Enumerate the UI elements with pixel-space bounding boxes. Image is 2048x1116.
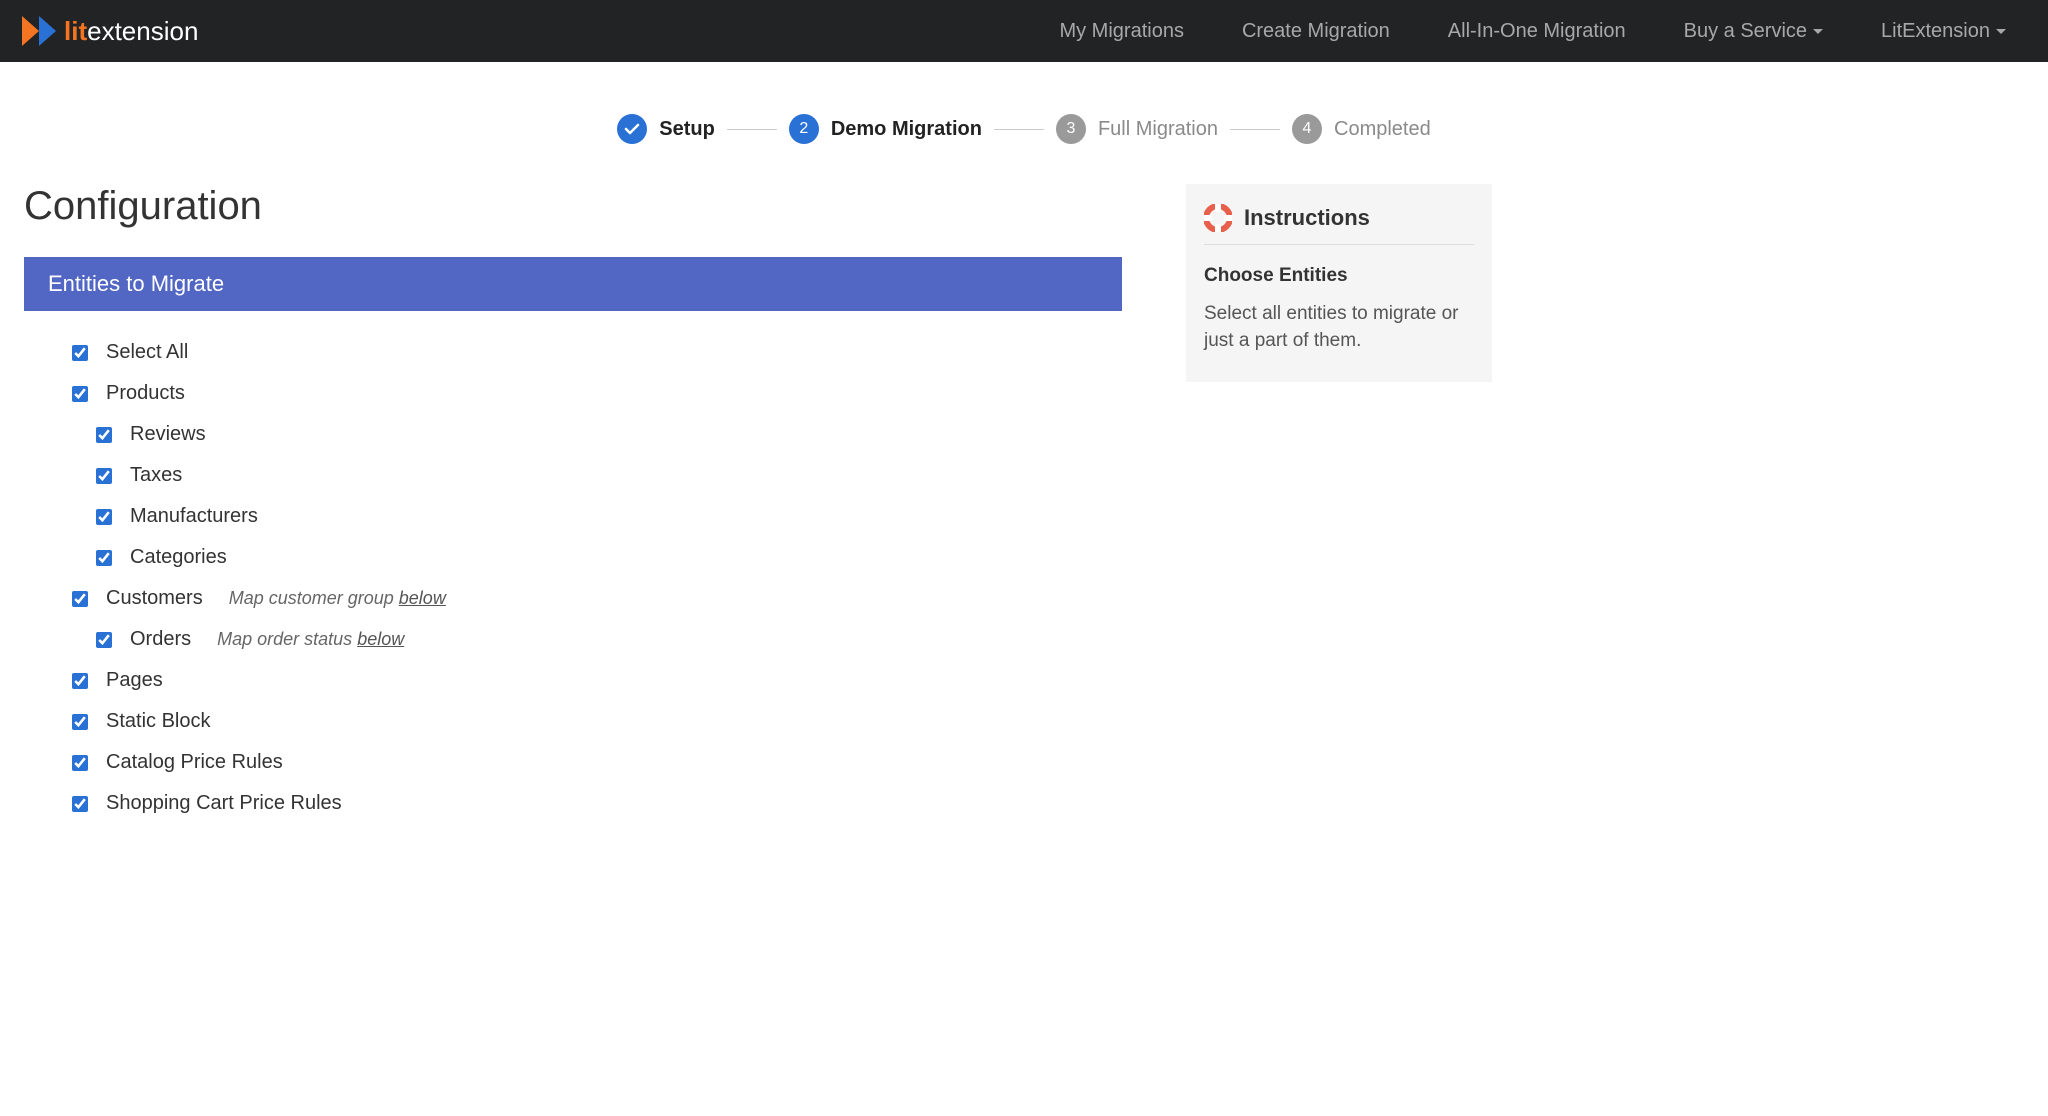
entity-manufacturers: Manufacturers bbox=[72, 505, 1122, 528]
entity-label: Static Block bbox=[106, 710, 210, 733]
step-label: Full Migration bbox=[1098, 118, 1218, 141]
entity-label: Reviews bbox=[130, 423, 206, 446]
checkbox-static-block[interactable] bbox=[72, 714, 88, 730]
nav-create-migration[interactable]: Create Migration bbox=[1242, 20, 1390, 43]
instructions-panel: Instructions Choose Entities Select all … bbox=[1186, 184, 1492, 382]
entity-label: Manufacturers bbox=[130, 505, 258, 528]
check-icon bbox=[624, 121, 640, 137]
step-label: Setup bbox=[659, 118, 715, 141]
lifering-icon bbox=[1204, 204, 1232, 232]
nav-my-migrations[interactable]: My Migrations bbox=[1059, 20, 1183, 43]
checkbox-select-all[interactable] bbox=[72, 345, 88, 361]
entity-reviews: Reviews bbox=[72, 423, 1122, 446]
entity-label: Orders bbox=[130, 628, 191, 651]
logo-icon bbox=[22, 16, 56, 46]
main-column: Configuration Entities to Migrate Select… bbox=[24, 184, 1122, 833]
entity-catalog-price-rules: Catalog Price Rules bbox=[72, 751, 1122, 774]
entity-shopping-cart-price-rules: Shopping Cart Price Rules bbox=[72, 792, 1122, 815]
entity-select-all: Select All bbox=[72, 341, 1122, 364]
step-demo-migration[interactable]: 2 Demo Migration bbox=[789, 114, 982, 144]
step-circle: 4 bbox=[1292, 114, 1322, 144]
map-hint: Map order status below bbox=[217, 629, 404, 650]
chevron-down-icon bbox=[1813, 29, 1823, 34]
chevron-down-icon bbox=[1996, 29, 2006, 34]
entity-orders: Orders Map order status below bbox=[72, 628, 1122, 651]
step-label: Demo Migration bbox=[831, 118, 982, 141]
checkbox-categories[interactable] bbox=[96, 550, 112, 566]
checkbox-customers[interactable] bbox=[72, 591, 88, 607]
entity-label: Catalog Price Rules bbox=[106, 751, 283, 774]
entity-label: Pages bbox=[106, 669, 163, 692]
entity-label: Products bbox=[106, 382, 185, 405]
panel-header-entities: Entities to Migrate bbox=[24, 257, 1122, 311]
entity-label: Taxes bbox=[130, 464, 182, 487]
step-setup[interactable]: Setup bbox=[617, 114, 715, 144]
checkbox-manufacturers[interactable] bbox=[96, 509, 112, 525]
step-full-migration[interactable]: 3 Full Migration bbox=[1056, 114, 1218, 144]
entity-categories: Categories bbox=[72, 546, 1122, 569]
brand-logo[interactable]: litextension bbox=[22, 16, 198, 47]
content-container: Configuration Entities to Migrate Select… bbox=[0, 184, 2048, 833]
entity-pages: Pages bbox=[72, 669, 1122, 692]
entities-list: Select All Products Reviews Taxes Manufa… bbox=[24, 311, 1122, 815]
step-circle: 2 bbox=[789, 114, 819, 144]
checkbox-pages[interactable] bbox=[72, 673, 88, 689]
entity-label: Shopping Cart Price Rules bbox=[106, 792, 342, 815]
entity-products: Products bbox=[72, 382, 1122, 405]
nav-label: LitExtension bbox=[1881, 20, 1990, 43]
map-order-status-link[interactable]: below bbox=[357, 629, 404, 649]
entity-label: Select All bbox=[106, 341, 188, 364]
checkbox-shopping-cart-price-rules[interactable] bbox=[72, 796, 88, 812]
step-connector bbox=[727, 129, 777, 130]
nav-label: All-In-One Migration bbox=[1448, 20, 1626, 43]
step-label: Completed bbox=[1334, 118, 1431, 141]
nav-buy-service[interactable]: Buy a Service bbox=[1684, 20, 1823, 43]
entity-static-block: Static Block bbox=[72, 710, 1122, 733]
instructions-header: Instructions bbox=[1204, 204, 1474, 245]
checkbox-catalog-price-rules[interactable] bbox=[72, 755, 88, 771]
checkbox-taxes[interactable] bbox=[96, 468, 112, 484]
page-title: Configuration bbox=[24, 184, 1122, 229]
navbar-menu: My Migrations Create Migration All-In-On… bbox=[1059, 20, 2026, 43]
instructions-body: Select all entities to migrate or just a… bbox=[1204, 301, 1474, 354]
entity-label: Customers bbox=[106, 587, 203, 610]
step-connector bbox=[994, 129, 1044, 130]
nav-label: My Migrations bbox=[1059, 20, 1183, 43]
step-circle: 3 bbox=[1056, 114, 1086, 144]
logo-text: litextension bbox=[64, 16, 198, 47]
map-customer-group-link[interactable]: below bbox=[399, 588, 446, 608]
entity-taxes: Taxes bbox=[72, 464, 1122, 487]
progress-stepper: Setup 2 Demo Migration 3 Full Migration … bbox=[0, 62, 2048, 184]
instructions-subtitle: Choose Entities bbox=[1204, 265, 1474, 287]
checkbox-products[interactable] bbox=[72, 386, 88, 402]
map-hint: Map customer group below bbox=[229, 588, 446, 609]
nav-label: Create Migration bbox=[1242, 20, 1390, 43]
step-completed[interactable]: 4 Completed bbox=[1292, 114, 1431, 144]
top-navbar: litextension My Migrations Create Migrat… bbox=[0, 0, 2048, 62]
step-connector bbox=[1230, 129, 1280, 130]
checkbox-reviews[interactable] bbox=[96, 427, 112, 443]
checkbox-orders[interactable] bbox=[96, 632, 112, 648]
nav-label: Buy a Service bbox=[1684, 20, 1807, 43]
step-circle bbox=[617, 114, 647, 144]
entity-label: Categories bbox=[130, 546, 227, 569]
nav-all-in-one[interactable]: All-In-One Migration bbox=[1448, 20, 1626, 43]
nav-litextension[interactable]: LitExtension bbox=[1881, 20, 2006, 43]
instructions-title: Instructions bbox=[1244, 205, 1370, 231]
entity-customers: Customers Map customer group below bbox=[72, 587, 1122, 610]
